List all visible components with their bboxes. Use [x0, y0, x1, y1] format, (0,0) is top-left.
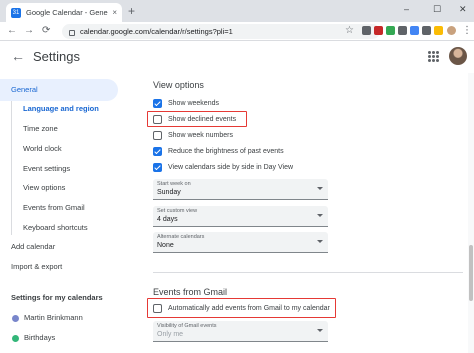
back-icon[interactable]: ← — [7, 24, 17, 38]
select-label: Set custom view — [157, 208, 198, 214]
select-label: Alternate calendars — [157, 234, 205, 240]
option-label: Show declined events — [168, 115, 237, 123]
sidebar-item-general[interactable]: General — [0, 79, 118, 101]
browser-toolbar: ← → ⟳ calendar.google.com/calendar/r/set… — [0, 22, 474, 41]
sidebar-item-import-export[interactable]: Import & export — [11, 262, 62, 272]
gmail-visibility-select[interactable]: Visibility of Gmail events Only me — [153, 321, 328, 342]
settings-header: ← Settings — [0, 41, 474, 73]
extension-icon[interactable] — [386, 26, 395, 35]
select-value: None — [157, 242, 174, 249]
calendar-favicon-icon: 31 — [11, 7, 21, 18]
settings-sidebar: General Language and region Time zone Wo… — [0, 73, 130, 353]
bookmark-star-icon[interactable]: ☆ — [345, 24, 354, 38]
sidebar-item-events-from-gmail[interactable]: Events from Gmail — [23, 203, 85, 213]
select-value: Only me — [157, 331, 184, 338]
show-declined-events-option[interactable]: Show declined events — [153, 113, 236, 125]
page-scrollbar[interactable] — [468, 73, 474, 353]
show-weekends-option[interactable]: Show weekends — [153, 97, 219, 109]
custom-view-select[interactable]: Set custom view 4 days — [153, 206, 328, 227]
extension-icon[interactable] — [434, 26, 443, 35]
select-value: 4 days — [157, 216, 178, 223]
dropdown-caret-icon — [317, 329, 323, 332]
extension-icon[interactable] — [422, 26, 431, 35]
scrollbar-thumb[interactable] — [469, 245, 473, 301]
sidebar-item-language-region[interactable]: Language and region — [23, 104, 99, 114]
tab-title: Google Calendar - General setti — [26, 8, 108, 17]
select-label: Visibility of Gmail events — [157, 323, 217, 329]
browser-tab-strip: 31 Google Calendar - General setti × + –… — [0, 0, 474, 22]
dropdown-caret-icon — [317, 214, 323, 217]
sidebar-item-keyboard-shortcuts[interactable]: Keyboard shortcuts — [23, 223, 88, 233]
sidebar-item-calendar[interactable]: Martin Brinkmann — [24, 313, 83, 323]
lock-icon — [69, 29, 75, 36]
side-by-side-day-view-option[interactable]: View calendars side by side in Day View — [153, 161, 293, 173]
option-label: Reduce the brightness of past events — [168, 147, 284, 155]
checkbox-unchecked[interactable] — [153, 130, 162, 140]
sidebar-item-world-clock[interactable]: World clock — [23, 144, 62, 154]
checkbox-unchecked[interactable] — [153, 114, 162, 124]
sidebar-item-view-options[interactable]: View options — [23, 183, 65, 193]
extension-icon[interactable] — [374, 26, 383, 35]
checkbox-checked[interactable] — [153, 98, 162, 108]
browser-tab[interactable]: 31 Google Calendar - General setti × — [6, 3, 122, 22]
sidebar-item-event-settings[interactable]: Event settings — [23, 164, 70, 174]
back-arrow-icon[interactable]: ← — [11, 48, 25, 64]
alternate-calendars-select[interactable]: Alternate calendars None — [153, 232, 328, 253]
calendar-color-dot — [12, 315, 19, 322]
sidebar-item-time-zone[interactable]: Time zone — [23, 124, 58, 134]
my-calendars-heading: Settings for my calendars — [11, 293, 103, 302]
url-text: calendar.google.com/calendar/r/settings?… — [80, 27, 233, 36]
new-tab-icon[interactable]: + — [128, 4, 135, 18]
option-label: Automatically add events from Gmail to m… — [168, 304, 330, 312]
checkbox-unchecked[interactable] — [153, 303, 162, 313]
view-options-title: View options — [153, 80, 204, 90]
sidebar-item-add-calendar[interactable]: Add calendar — [11, 242, 55, 252]
option-label: View calendars side by side in Day View — [168, 163, 294, 171]
forward-icon[interactable]: → — [24, 24, 34, 38]
settings-content: View options Show weekends Show declined… — [130, 73, 474, 353]
select-value: Sunday — [157, 189, 181, 196]
sidebar-item-calendar[interactable]: Birthdays — [24, 333, 55, 343]
reload-icon[interactable]: ⟳ — [42, 24, 50, 38]
select-label: Start week on — [157, 181, 191, 187]
google-apps-icon[interactable] — [428, 51, 439, 62]
checkbox-checked[interactable] — [153, 146, 162, 156]
maximize-icon[interactable]: ☐ — [433, 3, 441, 15]
browser-menu-icon[interactable]: ⋮ — [462, 24, 472, 38]
option-label: Show weekends — [168, 99, 219, 107]
show-week-numbers-option[interactable]: Show week numbers — [153, 129, 233, 141]
address-bar[interactable]: calendar.google.com/calendar/r/settings?… — [62, 24, 380, 39]
section-divider — [153, 272, 463, 273]
minimize-icon[interactable]: – — [404, 3, 409, 15]
events-from-gmail-title: Events from Gmail — [153, 287, 228, 297]
auto-add-gmail-events-option[interactable]: Automatically add events from Gmail to m… — [153, 302, 330, 314]
sidebar-sub-divider — [11, 101, 12, 235]
reduce-brightness-option[interactable]: Reduce the brightness of past events — [153, 145, 284, 157]
profile-avatar-icon[interactable] — [447, 26, 456, 35]
close-tab-icon[interactable]: × — [112, 8, 117, 17]
close-window-icon[interactable]: ✕ — [459, 3, 467, 15]
dropdown-caret-icon — [317, 240, 323, 243]
checkbox-checked[interactable] — [153, 162, 162, 172]
extension-icon[interactable] — [362, 26, 371, 35]
dropdown-caret-icon — [317, 187, 323, 190]
calendar-color-dot — [12, 335, 19, 342]
start-week-select[interactable]: Start week on Sunday — [153, 179, 328, 200]
page-title: Settings — [33, 49, 80, 64]
option-label: Show week numbers — [168, 131, 233, 139]
extension-icon[interactable] — [410, 26, 419, 35]
account-avatar[interactable] — [449, 47, 467, 65]
extension-icon[interactable] — [398, 26, 407, 35]
